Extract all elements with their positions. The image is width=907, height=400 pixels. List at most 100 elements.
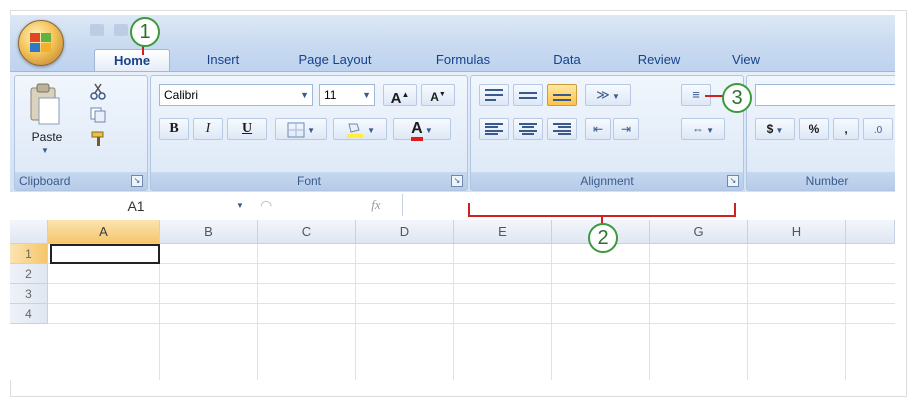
font-label-text: Font [296,174,321,188]
column-header-d[interactable]: D [356,220,454,244]
row-header-3[interactable]: 3 [10,284,48,304]
paste-icon[interactable] [27,82,63,128]
insert-function-button[interactable]: fx [350,194,403,216]
office-logo-icon [30,33,51,52]
tab-page-layout[interactable]: Page Layout [285,49,385,71]
alignment-group: ≫ ▼ ⇤ ⇥ ≡ ⇔ ▼ Alignment ↘ [470,75,744,191]
ribbon: Paste ▼ Clipboard ↘ Calibri ▼ 11 ▼ A▲ A▼… [10,71,895,193]
column-divider [747,244,748,380]
name-box[interactable]: A1 [16,196,256,216]
column-header-partial[interactable] [846,220,895,244]
comma-button[interactable]: , [833,118,859,140]
decrease-indent-button[interactable]: ⇤ [585,118,611,140]
fill-color-icon [346,123,363,138]
merge-center-dropdown-icon[interactable]: ▼ [704,126,714,135]
font-size-combobox[interactable]: 11 ▼ [319,84,375,106]
cancel-entry-icon[interactable]: ◠ [260,197,272,214]
column-divider [845,244,846,380]
column-header-h[interactable]: H [748,220,846,244]
alignment-dialog-launcher[interactable]: ↘ [727,175,739,187]
currency-button[interactable]: $ ▼ [755,118,795,140]
center-icon [519,123,537,135]
top-align-icon [485,89,503,101]
orientation-icon: ≫ [596,87,610,102]
italic-button[interactable]: I [193,118,223,140]
column-header-g[interactable]: G [650,220,748,244]
tab-view[interactable]: View [722,49,770,71]
clipboard-group: Paste ▼ Clipboard ↘ [14,75,148,191]
office-button[interactable] [18,20,64,66]
font-name-dropdown-icon[interactable]: ▼ [300,85,309,105]
top-align-button[interactable] [479,84,509,106]
percent-button[interactable]: % [799,118,829,140]
grow-font-icon: A [390,90,402,107]
column-divider [551,244,552,380]
orientation-dropdown-icon[interactable]: ▼ [610,92,620,101]
column-header-e[interactable]: E [454,220,552,244]
save-icon[interactable] [90,24,104,36]
worksheet-grid: A B C D E F G H 1 2 3 4 [10,220,895,380]
tab-insert[interactable]: Insert [195,49,251,71]
name-box-dropdown-icon[interactable]: ▼ [236,201,244,210]
column-header-b[interactable]: B [160,220,258,244]
font-dialog-launcher[interactable]: ↘ [451,175,463,187]
font-size-dropdown-icon[interactable]: ▼ [362,85,371,105]
center-button[interactable] [513,118,543,140]
tab-formulas[interactable]: Formulas [423,49,503,71]
increase-decimal-icon: .0 [873,125,883,136]
format-painter-icon[interactable] [89,130,107,148]
increase-indent-button[interactable]: ⇥ [613,118,639,140]
copy-icon[interactable] [89,106,107,124]
cut-icon[interactable] [89,82,107,100]
alignment-group-label: Alignment [471,172,743,190]
active-cell-a1[interactable] [50,244,160,264]
font-color-dropdown-icon[interactable]: ▼ [423,126,433,135]
font-group-label: Font [151,172,467,190]
formula-bar: A1 ▼ ◠ fx [10,192,895,221]
undo-icon[interactable] [114,24,128,36]
row-divider [48,263,895,264]
number-group: $ ▼ % , .0 Number [746,75,895,191]
select-all-corner[interactable] [10,220,48,244]
decrease-indent-icon: ⇤ [592,122,604,136]
align-left-button[interactable] [479,118,509,140]
font-name-combobox[interactable]: Calibri ▼ [159,84,313,106]
clipboard-dialog-launcher[interactable]: ↘ [131,175,143,187]
grow-font-button[interactable]: A▲ [383,84,417,107]
paste-button-label[interactable]: Paste [21,130,73,144]
bold-button[interactable]: B [159,118,189,140]
number-format-combobox[interactable] [755,84,895,106]
merge-center-icon: ⇔ [691,122,704,136]
row-header-4[interactable]: 4 [10,304,48,324]
bottom-align-button[interactable] [547,84,577,106]
orientation-button[interactable]: ≫ ▼ [585,84,631,106]
fill-color-button[interactable]: ▼ [333,118,387,140]
increase-decimal-button[interactable]: .0 [863,118,893,140]
increase-indent-icon: ⇥ [620,122,632,136]
tab-review[interactable]: Review [626,49,692,71]
row-header-1[interactable]: 1 [10,244,48,264]
column-divider [159,244,160,380]
tab-data[interactable]: Data [544,49,590,71]
excel-window: 1 Home Insert Page Layout Formulas Data … [10,15,895,380]
column-divider [649,244,650,380]
borders-button[interactable]: ▼ [275,118,327,140]
row-divider [48,323,895,324]
middle-align-button[interactable] [513,84,543,106]
font-color-icon: A [411,121,423,141]
shrink-font-button[interactable]: A▼ [421,84,455,106]
underline-button[interactable]: U [227,118,267,140]
fill-color-dropdown-icon[interactable]: ▼ [365,126,375,135]
merge-center-button[interactable]: ⇔ ▼ [681,118,725,140]
column-header-c[interactable]: C [258,220,356,244]
font-color-button[interactable]: A ▼ [393,118,451,141]
borders-dropdown-icon[interactable]: ▼ [305,126,315,135]
row-divider [48,283,895,284]
row-header-2[interactable]: 2 [10,264,48,284]
clipboard-group-label: Clipboard [15,172,147,190]
align-right-button[interactable] [547,118,577,140]
column-header-a[interactable]: A [48,220,160,244]
currency-dropdown-icon[interactable]: ▼ [773,126,783,135]
tab-home[interactable]: Home [94,49,170,72]
paste-dropdown-icon[interactable]: ▼ [41,146,49,155]
